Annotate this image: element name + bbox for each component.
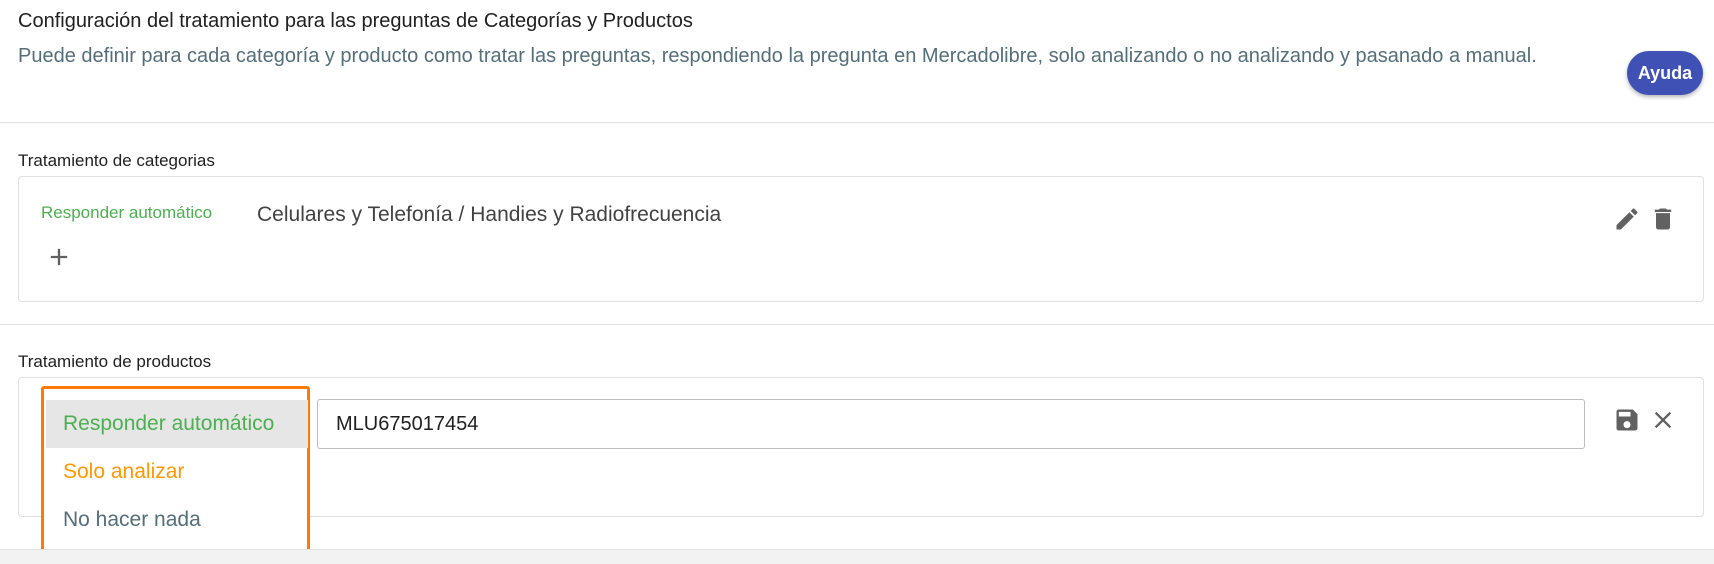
edit-icon[interactable]	[1613, 205, 1641, 233]
products-section-title: Tratamiento de productos	[18, 352, 212, 371]
delete-icon[interactable]	[1649, 205, 1677, 233]
section-divider	[0, 324, 1714, 325]
treatment-dropdown: Responder automático Solo analizar No ha…	[41, 386, 310, 558]
option-responder-automatico[interactable]: Responder automático	[46, 400, 308, 448]
option-solo-analizar[interactable]: Solo analizar	[46, 448, 308, 496]
option-no-hacer-nada[interactable]: No hacer nada	[46, 496, 308, 544]
close-icon[interactable]	[1649, 406, 1677, 434]
save-icon[interactable]	[1613, 406, 1641, 434]
product-id-input[interactable]	[317, 399, 1585, 449]
categories-section-title: Tratamiento de categorias	[18, 151, 215, 170]
categories-card: Responder automático Celulares y Telefon…	[18, 176, 1704, 302]
help-button[interactable]: Ayuda	[1627, 51, 1703, 95]
bottom-strip	[0, 549, 1714, 564]
page-title: Configuración del tratamiento para las p…	[18, 10, 693, 32]
page-description: Puede definir para cada categoría y prod…	[18, 45, 1537, 67]
category-status[interactable]: Responder automático	[41, 203, 212, 223]
add-icon[interactable]	[45, 243, 73, 271]
category-name: Celulares y Telefonía / Handies y Radiof…	[257, 203, 722, 226]
header-divider	[0, 122, 1714, 123]
